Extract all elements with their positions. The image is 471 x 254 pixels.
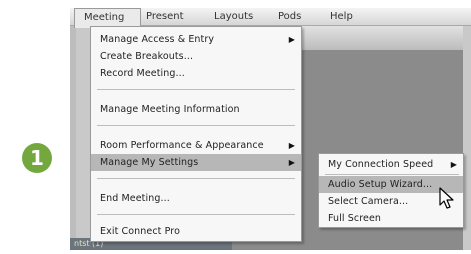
menu-separator [97,178,295,179]
menu-separator [97,89,295,90]
menu-item-label: End Meeting... [100,193,170,204]
menu-separator [97,214,295,215]
menu-item-label: Full Screen [328,213,382,224]
triangle-right-icon: ▶ [288,158,295,167]
menu-item-label: My Connection Speed [328,159,434,170]
triangle-right-icon: ▶ [288,141,295,150]
menu-item-manage-meeting-info[interactable]: Manage Meeting Information [91,101,301,118]
menu-item-end-meeting[interactable]: End Meeting... [91,190,301,207]
menu-item-label: Audio Setup Wizard... [328,179,433,190]
menu-item-label: Record Meeting... [100,68,185,79]
menu-bar: Meeting Present Layouts Pods Help [70,8,471,28]
menu-meeting[interactable]: Meeting [74,8,141,28]
menu-item-label: Room Performance & Appearance [100,140,264,151]
menu-item-room-performance[interactable]: Room Performance & Appearance ▶ [91,137,301,154]
menu-help[interactable]: Help [330,8,353,26]
menu-separator [325,174,459,175]
meeting-dropdown-menu: Manage Access & Entry ▶ Create Breakouts… [90,26,302,242]
menu-item-exit-connect-pro[interactable]: Exit Connect Pro [91,223,301,240]
menu-item-label: Select Camera... [328,196,409,207]
menu-item-label: Exit Connect Pro [100,226,180,237]
mouse-pointer-icon [438,187,456,211]
menu-item-label: Manage My Settings [100,157,199,168]
menu-layouts[interactable]: Layouts [214,8,253,26]
menu-item-record-meeting[interactable]: Record Meeting... [91,65,301,82]
menu-item-full-screen[interactable]: Full Screen [319,210,463,227]
menu-present[interactable]: Present [146,8,184,26]
menu-pods[interactable]: Pods [278,8,301,26]
triangle-right-icon: ▶ [450,160,457,169]
left-pod-edge [70,26,76,250]
menu-item-label: Manage Access & Entry [100,34,215,45]
menu-item-my-connection-speed[interactable]: My Connection Speed ▶ [319,156,463,173]
triangle-right-icon: ▶ [288,35,295,44]
step-number-badge: 1 [22,143,52,173]
menu-item-label: Create Breakouts... [100,51,194,62]
menu-separator [97,125,295,126]
menu-item-create-breakouts[interactable]: Create Breakouts... [91,48,301,65]
menu-item-label: Manage Meeting Information [100,104,240,115]
menu-item-manage-access[interactable]: Manage Access & Entry ▶ [91,31,301,48]
menu-item-manage-my-settings[interactable]: Manage My Settings ▶ [91,154,301,171]
